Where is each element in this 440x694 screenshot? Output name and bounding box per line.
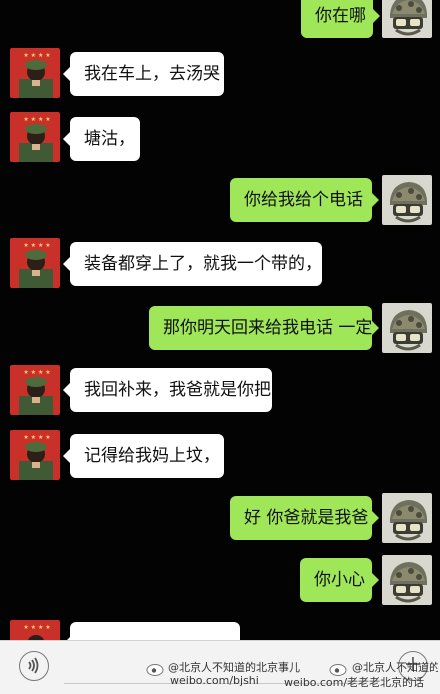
svg-text:★ ★ ★ ★: ★ ★ ★ ★ — [23, 624, 50, 631]
message-bubble-received[interactable]: 记得给我妈上坟， — [63, 434, 224, 478]
watermark-text: weibo.com/老老老北京的话 — [284, 676, 425, 689]
message-bubble-sent[interactable]: 你在哪 — [301, 0, 380, 38]
svg-text:★ ★ ★ ★: ★ ★ ★ ★ — [23, 52, 50, 59]
avatar-soldier[interactable]: ★ ★ ★ ★ — [10, 48, 60, 98]
input-bar: + @北京人不知道的北京事儿 weibo.com/bjshi @北京人不知道的北… — [0, 640, 440, 694]
avatar-helmet[interactable] — [382, 555, 432, 605]
svg-text:★ ★ ★ ★: ★ ★ ★ ★ — [23, 434, 50, 441]
message-bubble-received[interactable] — [63, 622, 240, 640]
message-bubble-received[interactable]: 塘沽， — [63, 117, 140, 161]
avatar-helmet[interactable] — [382, 493, 432, 543]
avatar-helmet[interactable] — [382, 0, 432, 38]
message-bubble-received[interactable]: 装备都穿上了，就我一个带的， — [63, 242, 322, 286]
avatar-soldier[interactable]: ★ ★ ★ ★ — [10, 365, 60, 415]
watermark-text: @北京人不知道的北京事儿 — [168, 661, 300, 674]
avatar-soldier[interactable]: ★ ★ ★ ★ — [10, 430, 60, 480]
avatar-soldier[interactable]: ★ ★ ★ ★ — [10, 238, 60, 288]
avatar-soldier[interactable]: ★ ★ ★ ★ — [10, 620, 60, 640]
avatar-helmet[interactable] — [382, 303, 432, 353]
message-bubble-received[interactable]: 我在车上，去汤哭 — [63, 52, 224, 96]
svg-text:★ ★ ★ ★: ★ ★ ★ ★ — [23, 242, 50, 249]
voice-button[interactable] — [19, 651, 49, 681]
message-bubble-received[interactable]: 我回补来，我爸就是你把 — [63, 368, 272, 412]
svg-text:★ ★ ★ ★: ★ ★ ★ ★ — [23, 116, 50, 123]
message-bubble-sent[interactable]: 那你明天回来给我电话 一定 — [149, 306, 379, 350]
chat-area[interactable]: 你在哪 ★ ★ ★ ★ 我在车上，去汤哭 ★ ★ ★ ★ 塘沽， 你给我给个电话… — [0, 0, 440, 640]
avatar-soldier[interactable]: ★ ★ ★ ★ — [10, 112, 60, 162]
svg-text:★ ★ ★ ★: ★ ★ ★ ★ — [23, 369, 50, 376]
avatar-helmet[interactable] — [382, 175, 432, 225]
message-bubble-sent[interactable]: 你小心 — [300, 558, 379, 602]
message-bubble-sent[interactable]: 你给我给个电话 — [230, 178, 379, 222]
message-bubble-sent[interactable]: 好 你爸就是我爸 — [230, 496, 379, 540]
watermark-text: weibo.com/bjshi — [170, 674, 259, 687]
watermark-text: @北京人不知道的北京事儿 — [352, 661, 438, 674]
voice-icon — [28, 657, 39, 674]
weibo-logo-icon — [146, 664, 164, 676]
